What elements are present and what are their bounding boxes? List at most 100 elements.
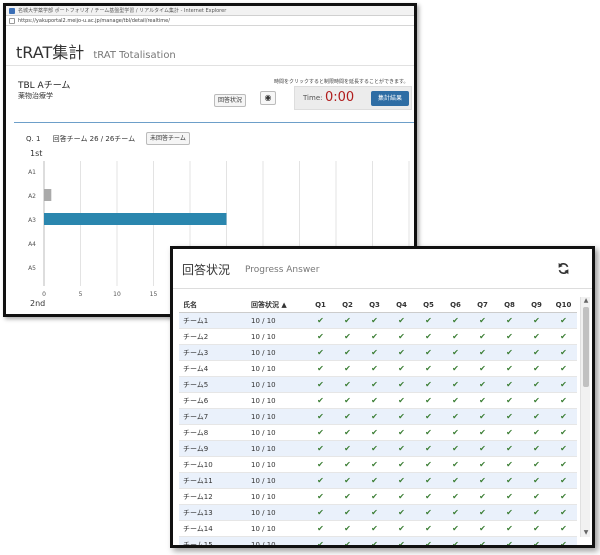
check-icon: ✔ [425,492,432,501]
category-label: A2 [28,193,36,200]
check-icon: ✔ [506,332,513,341]
check-icon: ✔ [317,524,324,533]
status-cell: 10 / 10 [251,444,276,453]
category-label: A4 [28,241,36,248]
check-icon: ✔ [398,492,405,501]
check-icon: ✔ [479,412,486,421]
check-icon: ✔ [452,524,459,533]
status-cell: 10 / 10 [251,524,276,533]
check-icon: ✔ [560,380,567,389]
check-icon: ✔ [344,460,351,469]
check-icon: ✔ [371,508,378,517]
table-row: チーム12 10 / 10 ✔ ✔ ✔ ✔ ✔ ✔ ✔ ✔ ✔ ✔ [179,489,577,505]
check-icon: ✔ [317,508,324,517]
check-icon: ✔ [452,428,459,437]
scroll-thumb[interactable] [583,307,589,387]
table-row: チーム15 10 / 10 ✔ ✔ ✔ ✔ ✔ ✔ ✔ ✔ ✔ ✔ [179,537,577,548]
check-icon: ✔ [344,428,351,437]
table-row: チーム13 10 / 10 ✔ ✔ ✔ ✔ ✔ ✔ ✔ ✔ ✔ ✔ [179,505,577,521]
column-q6: Q6 [450,300,461,309]
check-icon: ✔ [344,444,351,453]
check-icon: ✔ [425,380,432,389]
check-icon: ✔ [452,412,459,421]
check-icon: ✔ [560,412,567,421]
table-row: チーム3 10 / 10 ✔ ✔ ✔ ✔ ✔ ✔ ✔ ✔ ✔ ✔ [179,345,577,361]
check-icon: ✔ [452,316,459,325]
column-q8: Q8 [504,300,515,309]
check-icon: ✔ [344,396,351,405]
refresh-icon[interactable] [557,262,570,275]
check-icon: ✔ [344,476,351,485]
team-cell: チーム12 [183,492,213,501]
check-icon: ✔ [371,364,378,373]
team-cell: チーム15 [183,540,213,548]
check-icon: ✔ [317,380,324,389]
check-icon: ✔ [371,444,378,453]
check-icon: ✔ [506,348,513,357]
check-icon: ✔ [533,428,540,437]
check-icon: ✔ [398,332,405,341]
table-row: チーム6 10 / 10 ✔ ✔ ✔ ✔ ✔ ✔ ✔ ✔ ✔ ✔ [179,393,577,409]
check-icon: ✔ [371,460,378,469]
team-cell: チーム10 [183,460,213,469]
bar-A3 [44,213,227,225]
check-icon: ✔ [425,348,432,357]
check-icon: ✔ [560,348,567,357]
check-icon: ✔ [398,316,405,325]
category-label: A5 [28,265,36,272]
check-icon: ✔ [317,332,324,341]
status-cell: 10 / 10 [251,316,276,325]
check-icon: ✔ [425,364,432,373]
check-icon: ✔ [560,316,567,325]
check-icon: ✔ [452,444,459,453]
check-icon: ✔ [452,396,459,405]
check-icon: ✔ [560,428,567,437]
check-icon: ✔ [344,540,351,548]
check-icon: ✔ [371,524,378,533]
check-icon: ✔ [560,476,567,485]
status-cell: 10 / 10 [251,396,276,405]
check-icon: ✔ [533,492,540,501]
table-header: 氏名 回答状況 ▲ Q1 Q2 Q3 Q4 Q5 Q6 Q7 Q8 Q9 Q10 [179,297,577,313]
check-icon: ✔ [317,476,324,485]
team-cell: チーム4 [183,364,209,373]
team-cell: チーム13 [183,508,213,517]
check-icon: ✔ [533,380,540,389]
team-cell: チーム9 [183,444,209,453]
column-q4: Q4 [396,300,407,309]
team-cell: チーム3 [183,348,209,357]
status-cell: 10 / 10 [251,476,276,485]
check-icon: ✔ [344,348,351,357]
status-cell: 10 / 10 [251,380,276,389]
check-icon: ✔ [398,396,405,405]
check-icon: ✔ [533,412,540,421]
check-icon: ✔ [560,460,567,469]
check-icon: ✔ [317,348,324,357]
scroll-up-icon[interactable]: ▲ [582,297,590,305]
check-icon: ✔ [533,540,540,548]
progress-title: 回答状況 [182,263,231,277]
team-cell: チーム11 [183,476,213,485]
table-row: チーム10 10 / 10 ✔ ✔ ✔ ✔ ✔ ✔ ✔ ✔ ✔ ✔ [179,457,577,473]
category-label: A3 [28,217,36,224]
check-icon: ✔ [344,524,351,533]
check-icon: ✔ [479,332,486,341]
check-icon: ✔ [425,396,432,405]
status-cell: 10 / 10 [251,508,276,517]
team-cell: チーム5 [183,380,209,389]
check-icon: ✔ [344,316,351,325]
check-icon: ✔ [344,380,351,389]
check-icon: ✔ [398,348,405,357]
check-icon: ✔ [533,476,540,485]
check-icon: ✔ [398,508,405,517]
check-icon: ✔ [425,316,432,325]
check-icon: ✔ [371,396,378,405]
scroll-down-icon[interactable]: ▼ [582,529,590,537]
column-status[interactable]: 回答状況 ▲ [251,300,307,310]
x-tick-label: 10 [113,291,121,298]
check-icon: ✔ [506,444,513,453]
check-icon: ✔ [398,380,405,389]
check-icon: ✔ [560,332,567,341]
team-cell: チーム7 [183,412,209,421]
scrollbar[interactable]: ▲ ▼ [580,297,590,537]
